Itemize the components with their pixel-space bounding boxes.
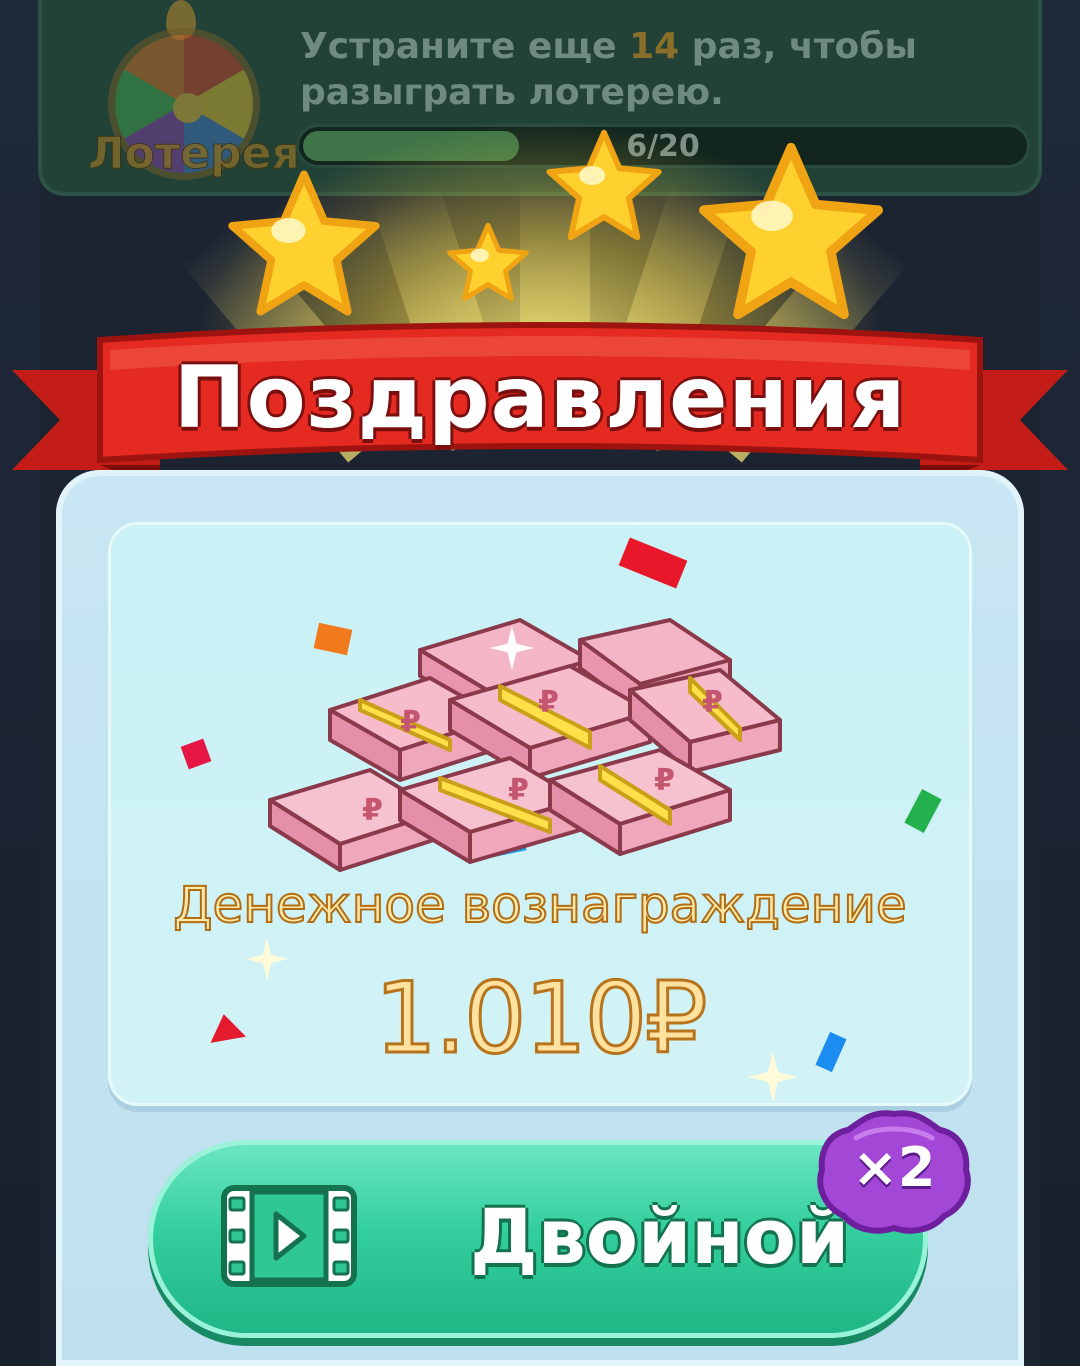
lottery-message: Устраните еще 14 раз, чтобы разыграть ло…	[300, 24, 940, 116]
star-icon	[228, 170, 380, 316]
reward-amount: 1.010₽	[373, 961, 709, 1078]
svg-text:₽: ₽	[400, 705, 421, 740]
svg-text:₽: ₽	[538, 685, 559, 720]
backdrop-left	[0, 0, 40, 1366]
double-button-label[interactable]: Двойной	[470, 1192, 849, 1281]
svg-text:₽: ₽	[702, 685, 723, 720]
wheel-center	[173, 93, 203, 123]
star-icon	[546, 129, 662, 241]
popup-title: Поздравления	[173, 348, 907, 448]
lottery-message-prefix: Устраните еще	[300, 26, 617, 67]
svg-text:₽: ₽	[362, 793, 383, 828]
star-icon	[447, 222, 529, 302]
video-play-icon	[221, 1185, 357, 1287]
svg-text:₽: ₽	[654, 763, 675, 798]
sparkle-icon	[490, 626, 534, 670]
backdrop-right	[1040, 0, 1080, 1366]
lottery-remaining-count: 14	[629, 26, 680, 67]
reward-label: Денежное вознаграждение	[172, 875, 907, 935]
star-icon	[699, 142, 883, 320]
svg-text:₽: ₽	[508, 773, 529, 808]
multiplier-badge-text: ×2	[852, 1136, 936, 1199]
